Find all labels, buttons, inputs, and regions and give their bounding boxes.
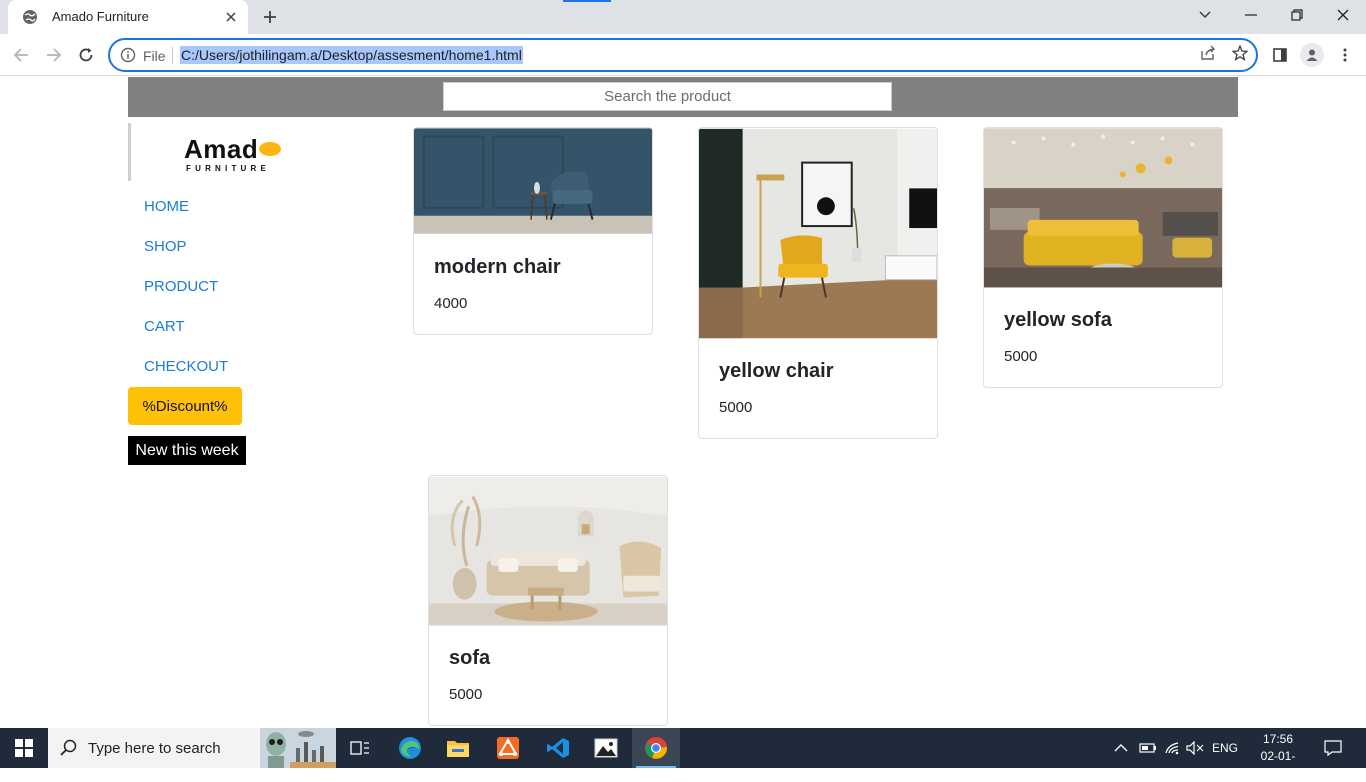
product-name: yellow sofa [1004,309,1112,331]
tab-close-icon[interactable] [220,6,242,28]
nav-shop-link[interactable]: SHOP [144,237,228,277]
bookmark-star-icon[interactable] [1229,42,1251,64]
product-price: 4000 [434,295,468,312]
clock-date: 02-01-2024 [1260,749,1296,780]
task-view-icon[interactable] [336,728,384,768]
logo-dot-icon [259,142,282,157]
product-price: 5000 [719,399,753,416]
windows-logo-icon [15,739,33,757]
new-this-week-button[interactable]: New this week [128,436,246,465]
start-button[interactable] [0,728,48,768]
tab-search-indicator [563,0,611,2]
product-card[interactable]: yellow sofa 5000 [983,127,1223,388]
notification-center-icon[interactable] [1324,728,1342,768]
clock[interactable]: 17:56 02-01-2024 [1248,731,1308,782]
product-image-sofa [429,476,667,626]
page-viewport: Amad FURNITURE HOME SHOP PRODUCT CART CH… [0,77,1366,728]
nav-product-link[interactable]: PRODUCT [144,277,228,317]
forward-arrow-icon[interactable] [41,42,67,68]
site-info-icon[interactable] [120,47,136,68]
photos-app-icon[interactable] [582,728,630,768]
nav-cart-link[interactable]: CART [144,317,228,357]
url-text[interactable]: C:/Users/jothilingam.a/Desktop/assesment… [180,46,523,64]
restore-icon[interactable] [1274,0,1320,30]
product-name: yellow chair [719,360,834,382]
office-app-icon[interactable] [484,728,532,768]
menu-kebab-icon[interactable] [1333,43,1357,67]
minimize-icon[interactable] [1228,0,1274,30]
file-explorer-icon[interactable] [434,728,482,768]
globe-icon [22,9,38,30]
show-hidden-icons-chevron-icon[interactable] [1114,728,1128,768]
nav-home-link[interactable]: HOME [144,197,228,237]
product-search-input[interactable] [443,82,892,111]
taskbar-search-box[interactable]: Type here to search [48,728,336,768]
logo-subtitle: FURNITURE [186,164,271,173]
tab-search-chevron-icon[interactable] [1182,0,1228,30]
search-highlight-illustration-icon [260,728,336,773]
product-card[interactable]: sofa 5000 [428,475,668,726]
product-image-yellow-chair [699,128,937,339]
product-price: 5000 [449,686,483,703]
chrome-icon[interactable] [632,728,680,768]
address-bar[interactable]: File C:/Users/jothilingam.a/Desktop/asse… [108,38,1258,72]
battery-icon[interactable] [1139,728,1157,768]
tab-title: Amado Furniture [52,9,149,24]
search-bar-container [128,77,1238,117]
product-image-yellow-sofa [984,128,1222,288]
window-close-icon[interactable] [1320,0,1366,30]
logo-wordmark: Amad [184,134,259,164]
reload-icon[interactable] [73,42,99,68]
omnibox-separator [172,47,173,64]
product-image-modern-chair [414,128,652,234]
vscode-icon[interactable] [534,728,582,768]
file-scheme-label: File [143,48,166,64]
search-icon [60,739,78,762]
taskbar-search-placeholder: Type here to search [88,740,221,757]
share-icon[interactable] [1197,42,1219,64]
product-name: sofa [449,647,491,669]
main-nav: HOME SHOP PRODUCT CART CHECKOUT [144,197,228,397]
logo[interactable]: Amad FURNITURE [128,123,328,181]
product-card[interactable]: yellow chair 5000 [698,127,938,439]
windows-taskbar: Type here to search ENG 17:56 02-01-2024 [0,728,1366,780]
volume-muted-icon[interactable] [1186,728,1204,768]
product-card[interactable]: modern chair 4000 [413,127,653,335]
profile-button[interactable] [1300,43,1324,67]
discount-button[interactable]: %Discount% [128,387,242,425]
back-arrow-icon[interactable] [8,42,34,68]
browser-toolbar: File C:/Users/jothilingam.a/Desktop/asse… [0,34,1366,76]
product-price: 5000 [1004,348,1038,365]
clock-time: 17:56 [1262,732,1294,746]
edge-browser-icon[interactable] [386,728,434,768]
language-indicator[interactable]: ENG [1212,728,1238,768]
wifi-icon[interactable] [1164,728,1180,768]
side-panel-icon[interactable] [1268,43,1292,67]
product-name: modern chair [434,256,561,278]
avatar-icon [1300,43,1324,67]
new-tab-button[interactable] [258,5,282,29]
browser-tab[interactable]: Amado Furniture [8,0,248,34]
browser-tab-bar: Amado Furniture [0,0,1366,34]
